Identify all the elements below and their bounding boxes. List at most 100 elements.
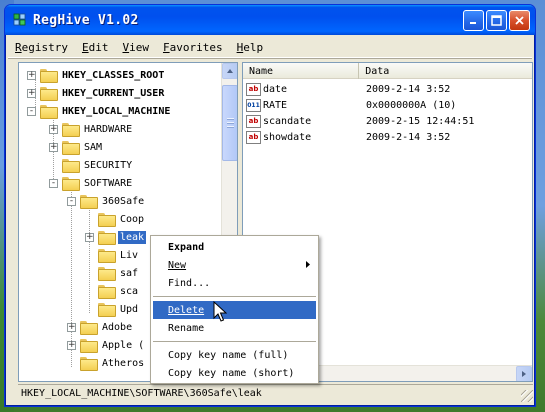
tree-node-label: Upd [120, 303, 139, 315]
scroll-thumb[interactable] [222, 85, 237, 161]
folder-icon [80, 339, 98, 353]
tree-node-hkcr[interactable]: + HKEY_CLASSES_ROOT [27, 66, 166, 84]
arrow-up-icon [227, 69, 233, 73]
menu-separator [153, 296, 316, 297]
expand-toggle[interactable]: + [67, 322, 76, 332]
tree-node-upd[interactable]: Upd [98, 300, 140, 318]
tree-node-label: Liv [120, 249, 139, 261]
folder-open-icon [80, 195, 98, 209]
menu-separator [153, 341, 316, 342]
ctx-copy-full[interactable]: Copy key name (full) [151, 346, 318, 364]
list-header: Name Data [243, 63, 532, 79]
tree-node-label: sca [120, 285, 139, 297]
collapse-toggle[interactable]: - [27, 106, 36, 116]
menu-view[interactable]: View [120, 40, 151, 55]
mouse-cursor-icon [213, 301, 227, 322]
scroll-up-button[interactable] [222, 63, 237, 79]
ctx-delete-label: Delete [168, 304, 205, 316]
tree-node-label: saf [120, 267, 139, 279]
maximize-button[interactable] [486, 10, 507, 31]
ctx-delete[interactable]: Delete [153, 301, 316, 319]
minimize-button[interactable] [463, 10, 484, 31]
folder-icon [62, 159, 80, 173]
expand-toggle[interactable]: + [49, 124, 58, 134]
reghive-window: RegHive V1.02 Registry Edit View Favorit… [4, 4, 536, 407]
tree-node-label: Adobe [102, 321, 133, 333]
value-data: 2009-2-15 12:44:51 [366, 115, 475, 127]
value-name: date [263, 83, 288, 95]
tree-node-coop[interactable]: Coop [98, 210, 146, 228]
expand-toggle[interactable]: + [85, 232, 94, 242]
menu-view-rest: iew [129, 41, 149, 54]
list-item[interactable]: ab showdate 2009-2-14 3:52 [243, 129, 450, 145]
collapse-toggle[interactable]: - [49, 178, 58, 188]
reghive-app-icon [13, 13, 27, 27]
resize-grip[interactable] [521, 390, 533, 402]
folder-icon [80, 357, 98, 371]
value-name: showdate [263, 131, 312, 143]
tree-node-leak[interactable]: + leak [85, 228, 147, 246]
tree-node-sca[interactable]: sca [98, 282, 140, 300]
dword-value-icon: 011 [246, 98, 261, 112]
ctx-copy-short[interactable]: Copy key name (short) [151, 364, 318, 382]
ctx-find[interactable]: Find... [151, 274, 318, 292]
value-data: 0x0000000A (10) [366, 99, 457, 111]
list-item[interactable]: 011 RATE 0x0000000A (10) [243, 97, 456, 113]
tree-node-label: HKEY_LOCAL_MACHINE [62, 105, 171, 117]
tree-node-liv[interactable]: Liv [98, 246, 140, 264]
tree-node-sam[interactable]: + SAM [49, 138, 104, 156]
expand-toggle[interactable]: + [67, 340, 76, 350]
menu-registry[interactable]: Registry [13, 40, 70, 55]
ctx-expand[interactable]: Expand [151, 238, 318, 256]
ctx-new[interactable]: New [151, 256, 318, 274]
tree-node-apple[interactable]: + Apple ( [67, 336, 146, 354]
folder-icon [40, 87, 58, 101]
tree-node-atheros[interactable]: Atheros [80, 354, 146, 372]
menu-favorites[interactable]: Favorites [161, 40, 225, 55]
tree-node-360safe[interactable]: - 360Safe [67, 192, 146, 210]
tree-node-label: Atheros [102, 357, 145, 369]
tree-node-label: Coop [120, 213, 145, 225]
ctx-rename[interactable]: Rename [151, 319, 318, 337]
menu-edit-rest: dit [88, 41, 109, 54]
folder-open-icon [62, 177, 80, 191]
expand-toggle[interactable]: + [27, 70, 36, 80]
tree-node-hardware[interactable]: + HARDWARE [49, 120, 134, 138]
arrow-right-icon [522, 371, 526, 377]
menu-help[interactable]: Help [235, 40, 266, 55]
folder-icon [40, 69, 58, 83]
tree-node-adobe[interactable]: + Adobe [67, 318, 134, 336]
status-bar: HKEY_LOCAL_MACHINE\SOFTWARE\360Safe\leak [18, 384, 533, 402]
menu-edit[interactable]: Edit [80, 40, 111, 55]
list-item[interactable]: ab scandate 2009-2-15 12:44:51 [243, 113, 474, 129]
ctx-expand-label: Expand [168, 241, 205, 253]
folder-icon [98, 231, 116, 245]
title-bar[interactable]: RegHive V1.02 [5, 5, 535, 35]
submenu-arrow-icon [306, 260, 310, 270]
folder-icon [80, 321, 98, 335]
string-value-icon: ab [246, 114, 261, 128]
expand-toggle[interactable]: + [49, 142, 58, 152]
value-data: 2009-2-14 3:52 [366, 131, 451, 143]
menu-favorites-accel: F [162, 41, 170, 54]
expand-toggle[interactable]: + [27, 88, 36, 98]
tree-node-label: SAM [84, 141, 103, 153]
column-header-data[interactable]: Data [359, 63, 532, 79]
collapse-toggle[interactable]: - [67, 196, 76, 206]
tree-node-software[interactable]: - SOFTWARE [49, 174, 134, 192]
tree-node-saf[interactable]: saf [98, 264, 140, 282]
tree-node-hklm[interactable]: - HKEY_LOCAL_MACHINE [27, 102, 172, 120]
list-item[interactable]: ab date 2009-2-14 3:52 [243, 81, 450, 97]
folder-icon [62, 123, 80, 137]
ctx-find-label: Find... [168, 277, 211, 289]
folder-open-icon [40, 105, 58, 119]
tree-node-label-selected: leak [118, 230, 147, 244]
tree-node-security[interactable]: SECURITY [62, 156, 134, 174]
tree-node-label: HKEY_CURRENT_USER [62, 87, 165, 99]
column-header-name[interactable]: Name [243, 63, 360, 79]
folder-icon [98, 285, 116, 299]
ctx-new-label: New [168, 259, 187, 271]
scroll-right-button[interactable] [516, 366, 532, 381]
tree-node-hkcu[interactable]: + HKEY_CURRENT_USER [27, 84, 166, 102]
close-button[interactable] [509, 10, 530, 31]
